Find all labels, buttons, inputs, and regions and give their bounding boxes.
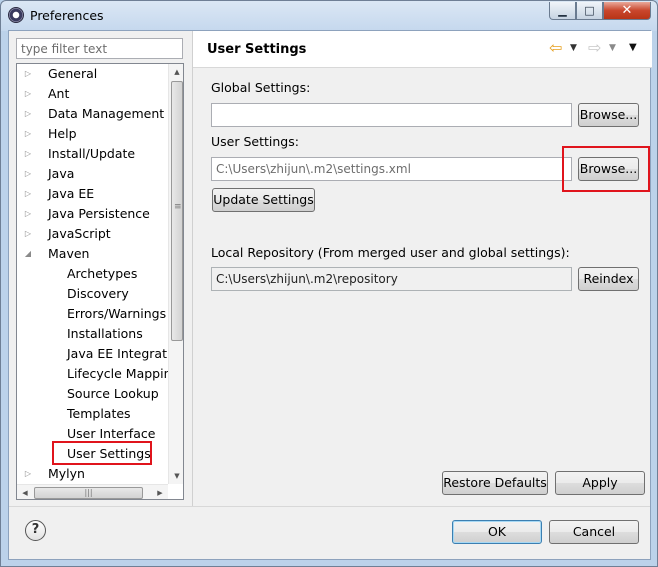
tree-item-label: Java EE Integratior — [67, 346, 184, 361]
collapsed-arrow-icon[interactable]: ▷ — [23, 164, 33, 184]
tree-item[interactable]: ▷ Java — [17, 164, 168, 184]
panel-divider[interactable] — [192, 31, 193, 506]
title-bar[interactable]: Preferences ▁ □ ✕ — [1, 1, 657, 29]
collapsed-arrow-icon[interactable]: ▷ — [23, 224, 33, 244]
scroll-thumb[interactable]: ≡ — [171, 81, 183, 341]
tree-item[interactable]: ▷ Data Management — [17, 104, 168, 124]
help-icon[interactable]: ? — [25, 520, 46, 541]
cancel-button[interactable]: Cancel — [549, 520, 639, 544]
tree-item[interactable]: Templates — [17, 404, 168, 424]
global-settings-field[interactable] — [211, 103, 572, 127]
back-arrow-icon[interactable]: ⇦ — [549, 40, 567, 56]
user-settings-label: User Settings: — [211, 134, 299, 149]
footer-divider — [9, 506, 650, 507]
tree-item[interactable]: Lifecycle Mapping — [17, 364, 179, 384]
reindex-button[interactable]: Reindex — [578, 267, 639, 291]
tree-horizontal-scrollbar[interactable]: ◀ ||| ▶ — [17, 484, 168, 499]
scroll-thumb-horizontal[interactable]: ||| — [34, 487, 143, 499]
expanded-arrow-icon[interactable]: ◢ — [23, 244, 33, 264]
tree-item[interactable]: Java EE Integratior — [17, 344, 183, 364]
preferences-window: Preferences ▁ □ ✕ type filter text ▷ Myly… — [0, 0, 658, 567]
scroll-up-icon[interactable]: ▲ — [169, 64, 183, 80]
preference-tree[interactable]: ▷ Mylyn User Settings User Interface Templat… — [16, 63, 184, 500]
tree-item-label: Java Persistence — [48, 206, 150, 221]
grip-icon: ≡ — [174, 202, 182, 212]
ok-button[interactable]: OK — [452, 520, 542, 544]
page-header: User Settings ⇦ ▼ ⇨ ▼ ▼ — [193, 31, 652, 68]
window-title: Preferences — [30, 8, 104, 23]
dialog-client-area: type filter text ▷ Mylyn User Settings User… — [8, 30, 652, 560]
tree-item-label: Java EE — [48, 186, 95, 201]
tree-item-label: Data Management — [48, 106, 165, 121]
tree-item[interactable]: ▷ Mylyn — [17, 464, 168, 484]
collapsed-arrow-icon[interactable]: ▷ — [23, 144, 33, 164]
scroll-down-icon[interactable]: ▼ — [169, 468, 183, 484]
tree-item[interactable]: Source Lookup — [17, 384, 168, 404]
local-repository-field[interactable]: C:\Users\zhijun\.m2\repository — [211, 267, 572, 291]
filter-input[interactable]: type filter text — [16, 38, 183, 59]
highlight-box — [52, 441, 152, 465]
tree-item-label: Install/Update — [48, 146, 136, 161]
tree-item[interactable]: ▷ Java Persistence — [17, 204, 168, 224]
collapsed-arrow-icon[interactable]: ▷ — [23, 104, 33, 124]
tree-item[interactable]: Installations — [17, 324, 168, 344]
tree-item-label: Mylyn — [48, 466, 85, 481]
collapsed-arrow-icon[interactable]: ▷ — [23, 204, 33, 224]
tree-item-label: Errors/Warnings — [67, 306, 167, 321]
tree-item-label: Ant — [48, 86, 70, 101]
tree-item[interactable]: Discovery — [17, 284, 168, 304]
global-settings-label: Global Settings: — [211, 80, 311, 95]
tree-item[interactable]: ◢ Maven — [17, 244, 168, 264]
tree-item-label: Installations — [67, 326, 143, 341]
forward-arrow-icon[interactable]: ⇨ — [588, 40, 606, 56]
tree-item-label: Archetypes — [67, 266, 138, 281]
global-browse-button[interactable]: Browse... — [578, 103, 639, 127]
user-settings-field[interactable]: C:\Users\zhijun\.m2\settings.xml — [211, 157, 572, 181]
apply-button[interactable]: Apply — [555, 471, 645, 495]
tree-item[interactable]: ▷ Help — [17, 124, 168, 144]
tree-item-label: Templates — [67, 406, 131, 421]
tree-item-label: Java — [48, 166, 75, 181]
tree-item-label: Help — [48, 126, 77, 141]
tree-item[interactable]: ▷ Java EE — [17, 184, 168, 204]
restore-defaults-button[interactable]: Restore Defaults — [442, 471, 548, 495]
view-menu-icon[interactable]: ▼ — [629, 40, 637, 56]
tree-item[interactable]: ▷ JavaScript — [17, 224, 168, 244]
tree-item-label: General — [48, 66, 98, 81]
tree-item[interactable]: Archetypes — [17, 264, 168, 284]
page-title: User Settings — [207, 42, 307, 57]
tree-item-label: JavaScript — [48, 226, 111, 241]
collapsed-arrow-icon[interactable]: ▷ — [23, 464, 33, 484]
tree-item-label: Maven — [48, 246, 90, 261]
tree-item-label: Lifecycle Mapping — [67, 366, 180, 381]
chevron-down-icon[interactable]: ▼ — [609, 40, 616, 56]
collapsed-arrow-icon[interactable]: ▷ — [23, 84, 33, 104]
eclipse-icon — [8, 7, 24, 23]
maximize-button[interactable]: □ — [576, 2, 603, 20]
tree-item[interactable]: Errors/Warnings — [17, 304, 168, 324]
update-settings-button[interactable]: Update Settings — [212, 188, 315, 212]
scroll-right-icon[interactable]: ▶ — [152, 485, 168, 499]
collapsed-arrow-icon[interactable]: ▷ — [23, 124, 33, 144]
tree-vertical-scrollbar[interactable]: ▲ ≡ ▼ — [168, 64, 183, 484]
tree-item-label: Source Lookup — [67, 386, 159, 401]
collapsed-arrow-icon[interactable]: ▷ — [23, 184, 33, 204]
close-button[interactable]: ✕ — [603, 2, 651, 20]
chevron-down-icon[interactable]: ▼ — [570, 40, 577, 56]
tree-item-label: Discovery — [67, 286, 129, 301]
highlight-box — [562, 146, 650, 192]
scroll-left-icon[interactable]: ◀ — [17, 485, 33, 499]
local-repository-label: Local Repository (From merged user and g… — [211, 245, 570, 260]
tree-item[interactable]: ▷ Ant — [17, 84, 168, 104]
tree-item[interactable]: ▷ General — [17, 64, 168, 84]
collapsed-arrow-icon[interactable]: ▷ — [23, 64, 33, 84]
tree-item[interactable]: ▷ Install/Update — [17, 144, 168, 164]
minimize-button[interactable]: ▁ — [549, 2, 576, 20]
